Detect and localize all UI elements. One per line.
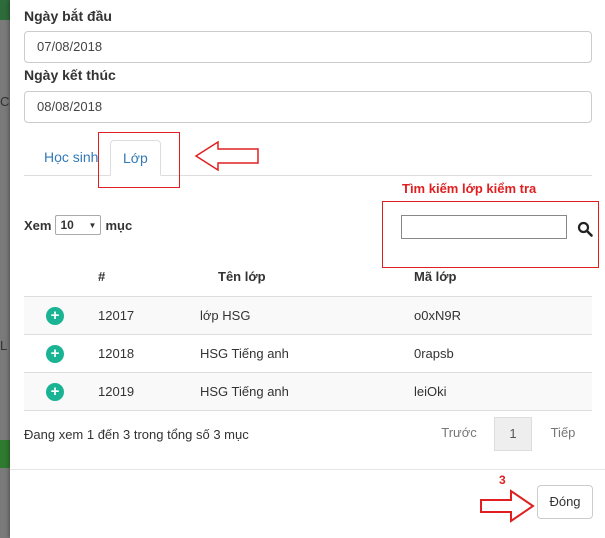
header-expand xyxy=(24,256,98,297)
annotation-arrow-left-icon xyxy=(194,140,259,172)
header-code[interactable]: Mã lớp xyxy=(414,256,592,297)
annotation-tab-highlight xyxy=(98,132,180,188)
backdrop-text: C xyxy=(0,94,10,109)
annotation-arrow-right-icon xyxy=(480,489,535,523)
row-name: lớp HSG xyxy=(200,296,414,335)
add-class-button[interactable]: + xyxy=(46,306,64,325)
pagination-prev[interactable]: Trước xyxy=(430,417,488,451)
page-length-value: 10 xyxy=(60,218,74,232)
add-class-button[interactable]: + xyxy=(46,344,64,363)
class-search-input[interactable] xyxy=(401,215,567,239)
row-id: 12017 xyxy=(98,296,200,335)
footer-divider xyxy=(10,469,605,470)
close-button[interactable]: Đóng xyxy=(537,485,593,519)
start-date-label: Ngày bắt đầu xyxy=(24,8,112,24)
annotation-search-hint: Tìm kiếm lớp kiểm tra xyxy=(402,181,537,196)
header-name[interactable]: Tên lớp xyxy=(200,256,414,297)
row-id: 12018 xyxy=(98,334,200,373)
backdrop-text: L xyxy=(0,338,8,353)
end-date-input[interactable]: 08/08/2018 xyxy=(24,91,592,123)
length-prefix: Xem xyxy=(24,217,52,233)
table-row: + 12017 lớp HSG o0xN9R xyxy=(24,296,592,335)
add-class-button[interactable]: + xyxy=(46,382,64,401)
table-row: + 12018 HSG Tiếng anh 0rapsb xyxy=(24,334,592,373)
table-info: Đang xem 1 đến 3 trong tổng số 3 mục xyxy=(24,427,249,442)
chevron-down-icon: ▼ xyxy=(88,220,97,230)
end-date-label: Ngày kết thúc xyxy=(24,67,116,83)
length-menu: Xem 10 ▼ mục xyxy=(24,215,132,235)
row-name: HSG Tiếng anh xyxy=(200,372,414,411)
annotation-step-number: 3 xyxy=(499,473,506,487)
header-id[interactable]: # xyxy=(98,256,200,297)
row-name: HSG Tiếng anh xyxy=(200,334,414,373)
page-length-select[interactable]: 10 ▼ xyxy=(55,215,102,235)
row-code: 0rapsb xyxy=(414,334,592,373)
row-code: o0xN9R xyxy=(414,296,592,335)
start-date-input[interactable]: 07/08/2018 xyxy=(24,31,592,63)
class-table: # Tên lớp Mã lớp + 12017 lớp HSG o0xN9R … xyxy=(24,256,592,411)
search-icon[interactable] xyxy=(577,221,593,237)
row-code: leiOki xyxy=(414,372,592,411)
row-id: 12019 xyxy=(98,372,200,411)
table-row: + 12019 HSG Tiếng anh leiOki xyxy=(24,372,592,411)
pagination-page-1[interactable]: 1 xyxy=(494,417,532,451)
pagination-next[interactable]: Tiếp xyxy=(538,417,588,451)
length-suffix: mục xyxy=(105,217,133,233)
modal-dialog: Ngày bắt đầu 07/08/2018 Ngày kết thúc 08… xyxy=(10,0,605,538)
table-header-row: # Tên lớp Mã lớp xyxy=(24,256,592,297)
